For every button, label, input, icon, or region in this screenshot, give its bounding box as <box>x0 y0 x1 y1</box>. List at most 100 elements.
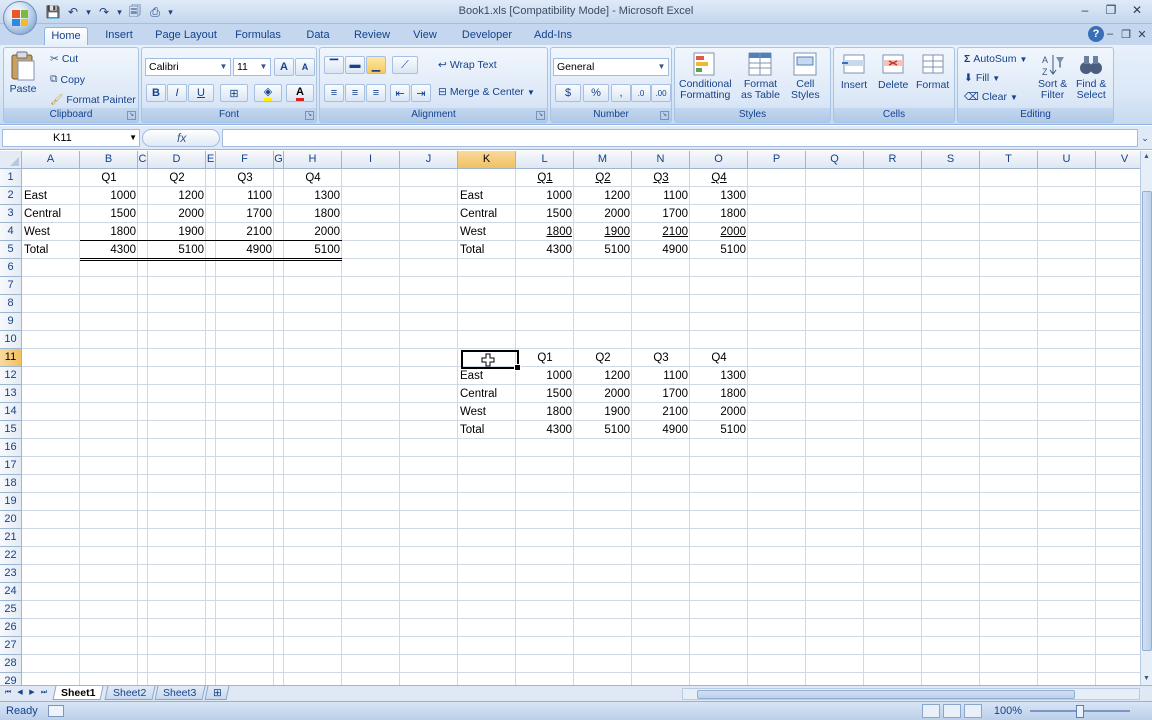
column-header-i[interactable]: I <box>342 151 400 169</box>
merge-center-button[interactable]: ⊟ Merge & Center ▼ <box>438 86 535 98</box>
scroll-down-icon[interactable]: ▼ <box>1141 673 1152 685</box>
column-header-n[interactable]: N <box>632 151 690 169</box>
align-bottom-button[interactable]: ▁ <box>366 56 386 74</box>
row-header-19[interactable]: 19 <box>0 493 22 511</box>
row-header-21[interactable]: 21 <box>0 529 22 547</box>
normal-view-button[interactable] <box>922 704 940 718</box>
shrink-font-button[interactable]: A <box>295 58 315 76</box>
row-header-9[interactable]: 9 <box>0 313 22 331</box>
table3-cell[interactable]: 1500 <box>516 385 574 403</box>
format-as-table-button[interactable]: Format as Table <box>741 51 780 101</box>
table3-cell[interactable]: 1100 <box>632 367 690 385</box>
column-header-o[interactable]: O <box>690 151 748 169</box>
table3-header[interactable]: Q1 <box>516 349 574 367</box>
row-header-8[interactable]: 8 <box>0 295 22 313</box>
row-header-14[interactable]: 14 <box>0 403 22 421</box>
tab-review[interactable]: Review <box>348 27 396 45</box>
tab-view[interactable]: View <box>408 27 442 45</box>
table2-row-label[interactable]: Central <box>458 205 516 223</box>
percent-button[interactable]: % <box>583 84 609 102</box>
workbook-close-button[interactable]: ✕ <box>1134 26 1150 42</box>
table3-cell[interactable]: 4900 <box>632 421 690 439</box>
minimize-button[interactable]: – <box>1072 2 1098 18</box>
table3-cell[interactable]: 2100 <box>632 403 690 421</box>
row-header-29[interactable]: 29 <box>0 673 22 685</box>
column-header-c[interactable]: C <box>138 151 148 169</box>
font-name-combo[interactable]: Calibri ▼ <box>145 58 231 76</box>
table2-cell[interactable]: 1800 <box>516 223 574 241</box>
column-header-j[interactable]: J <box>400 151 458 169</box>
table1-cell[interactable]: 4300 <box>80 241 138 259</box>
column-header-v[interactable]: V <box>1096 151 1140 169</box>
table3-row-label[interactable]: Central <box>458 385 516 403</box>
table3-cell[interactable]: 1800 <box>516 403 574 421</box>
table2-cell[interactable]: 1800 <box>690 205 748 223</box>
wrap-text-button[interactable]: ↩ Wrap Text <box>438 59 497 71</box>
copy-button[interactable]: ⧉ Copy <box>50 73 85 86</box>
row-header-23[interactable]: 23 <box>0 565 22 583</box>
table1-row-label[interactable]: West <box>22 223 80 241</box>
grow-font-button[interactable]: A <box>274 58 294 76</box>
table1-cell[interactable]: 4900 <box>216 241 274 259</box>
table2-row-label[interactable]: Total <box>458 241 516 259</box>
table2-cell[interactable]: 2000 <box>574 205 632 223</box>
font-launcher-icon[interactable]: ↘ <box>305 111 314 120</box>
italic-button[interactable]: I <box>167 84 187 102</box>
row-header-13[interactable]: 13 <box>0 385 22 403</box>
align-right-button[interactable]: ≡ <box>366 84 386 102</box>
table3-row-label[interactable]: Total <box>458 421 516 439</box>
row-header-10[interactable]: 10 <box>0 331 22 349</box>
scroll-up-icon[interactable]: ▲ <box>1141 151 1152 163</box>
table1-cell[interactable]: 1100 <box>216 187 274 205</box>
tab-home[interactable]: Home <box>44 27 88 45</box>
table2-cell[interactable]: 1700 <box>632 205 690 223</box>
insert-sheet-button[interactable]: ⊞ <box>204 686 230 700</box>
table1-cell[interactable]: 5100 <box>284 241 342 259</box>
orientation-button[interactable]: ⟋ <box>392 56 418 74</box>
row-header-18[interactable]: 18 <box>0 475 22 493</box>
row-header-22[interactable]: 22 <box>0 547 22 565</box>
underline-button[interactable]: U <box>188 84 214 102</box>
restore-button[interactable]: ❐ <box>1098 2 1124 18</box>
table2-cell[interactable]: 1500 <box>516 205 574 223</box>
zoom-slider[interactable] <box>1030 705 1130 718</box>
column-header-f[interactable]: F <box>216 151 274 169</box>
alignment-launcher-icon[interactable]: ↘ <box>536 111 545 120</box>
row-header-16[interactable]: 16 <box>0 439 22 457</box>
table2-header[interactable]: Q4 <box>690 169 748 187</box>
row-header-12[interactable]: 12 <box>0 367 22 385</box>
row-header-28[interactable]: 28 <box>0 655 22 673</box>
row-header-11[interactable]: 11 <box>0 349 22 367</box>
insert-cells-button[interactable]: Insert <box>840 51 868 91</box>
paste-button[interactable]: Paste <box>8 51 38 95</box>
table1-header[interactable]: Q4 <box>284 169 342 187</box>
table1-cell[interactable]: 1800 <box>284 205 342 223</box>
row-header-15[interactable]: 15 <box>0 421 22 439</box>
select-all-button[interactable] <box>0 151 22 169</box>
column-header-e[interactable]: E <box>206 151 216 169</box>
column-header-t[interactable]: T <box>980 151 1038 169</box>
name-box[interactable]: K11 ▼ <box>2 129 140 147</box>
bold-button[interactable]: B <box>146 84 166 102</box>
column-header-s[interactable]: S <box>922 151 980 169</box>
find-select-button[interactable]: Find & Select <box>1076 51 1106 101</box>
row-header-5[interactable]: 5 <box>0 241 22 259</box>
table1-cell[interactable]: 1700 <box>216 205 274 223</box>
align-center-button[interactable]: ≡ <box>345 84 365 102</box>
formula-input[interactable] <box>222 129 1138 147</box>
row-header-20[interactable]: 20 <box>0 511 22 529</box>
expand-formula-bar-icon[interactable]: ⌄ <box>1140 130 1150 146</box>
table2-cell[interactable]: 1100 <box>632 187 690 205</box>
font-size-combo[interactable]: 11 ▼ <box>233 58 271 76</box>
number-launcher-icon[interactable]: ↘ <box>660 111 669 120</box>
table1-header[interactable]: Q2 <box>148 169 206 187</box>
page-break-view-button[interactable] <box>964 704 982 718</box>
table2-cell[interactable]: 1300 <box>690 187 748 205</box>
table1-cell[interactable]: 2100 <box>216 223 274 241</box>
format-cells-button[interactable]: Format <box>916 51 949 91</box>
sheet-tab-sheet2[interactable]: Sheet2 <box>104 686 156 700</box>
table1-header[interactable]: Q1 <box>80 169 138 187</box>
horizontal-scroll-thumb[interactable] <box>697 690 1075 699</box>
table3-header[interactable]: Q2 <box>574 349 632 367</box>
column-header-r[interactable]: R <box>864 151 922 169</box>
